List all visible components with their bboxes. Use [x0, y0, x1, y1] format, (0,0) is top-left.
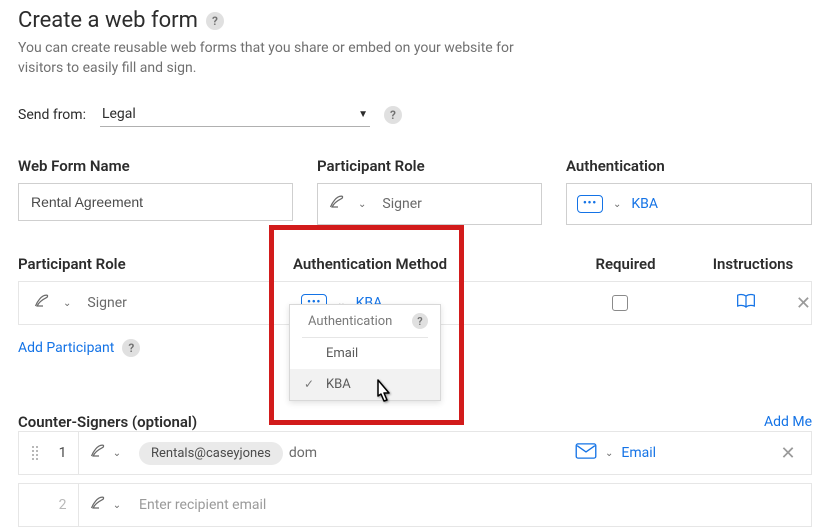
- participant-role-value: Signer: [382, 196, 421, 212]
- add-me-link[interactable]: Add Me: [764, 414, 812, 430]
- participant-role-value: Signer: [87, 295, 126, 311]
- instructions-label: Instructions: [703, 255, 803, 273]
- counter-signer-role-select[interactable]: ⌄: [79, 493, 131, 517]
- page-title: Create a web form: [18, 8, 198, 33]
- help-icon[interactable]: ?: [384, 106, 402, 124]
- authentication-label: Authentication: [566, 157, 812, 175]
- password-badge-icon: •••: [577, 195, 603, 213]
- send-from-label: Send from:: [18, 107, 86, 123]
- chevron-down-icon: ⌄: [113, 448, 121, 459]
- counter-signer-email-field[interactable]: Rentals@caseyjones dom: [131, 442, 575, 465]
- chevron-down-icon: ▼: [358, 109, 368, 120]
- pen-icon: [89, 493, 109, 517]
- counter-signer-auth-value: Email: [621, 445, 656, 461]
- participant-role-select[interactable]: ⌄ Signer: [317, 183, 542, 225]
- counter-signer-auth-select[interactable]: ⌄ Email: [575, 443, 765, 463]
- web-form-name-label: Web Form Name: [18, 157, 293, 175]
- authentication-method-dropdown: Authentication ? Email KBA: [289, 304, 441, 401]
- authentication-select[interactable]: ••• ⌄ KBA: [566, 183, 812, 225]
- remove-icon[interactable]: ✕: [796, 293, 811, 314]
- counter-signers-label: Counter-Signers (optional): [18, 413, 197, 431]
- authentication-value: KBA: [631, 196, 658, 212]
- help-icon[interactable]: ?: [206, 12, 224, 30]
- participant-role-label: Participant Role: [18, 255, 293, 273]
- pen-icon: [33, 291, 53, 315]
- drag-handle-icon[interactable]: [19, 446, 47, 460]
- chevron-down-icon: ⌄: [113, 500, 121, 511]
- dropdown-option-email[interactable]: Email: [290, 338, 440, 369]
- row-number: 1: [47, 432, 79, 474]
- email-tail: dom: [289, 445, 317, 461]
- dropdown-option-kba[interactable]: KBA: [290, 369, 440, 400]
- help-icon[interactable]: ?: [412, 313, 428, 329]
- counter-signer-row: 2 ⌄ Enter recipient email: [18, 483, 812, 527]
- counter-signer-row: 1 ⌄ Rentals@caseyjones dom ⌄ Email ✕: [18, 431, 812, 475]
- chevron-down-icon: ⌄: [358, 199, 366, 210]
- counter-signer-role-select[interactable]: ⌄: [79, 441, 131, 465]
- remove-icon[interactable]: ✕: [780, 443, 795, 464]
- pen-icon: [89, 441, 109, 465]
- dropdown-header: Authentication: [308, 314, 392, 329]
- email-chip[interactable]: Rentals@caseyjones: [139, 442, 283, 465]
- send-from-value: Legal: [102, 106, 136, 122]
- help-icon[interactable]: ?: [122, 339, 140, 357]
- row-number: 2: [47, 484, 79, 526]
- envelope-icon: [575, 443, 597, 463]
- add-participant-link[interactable]: Add Participant: [18, 340, 114, 356]
- counter-signer-email-input[interactable]: Enter recipient email: [131, 497, 811, 513]
- pen-icon: [328, 192, 348, 216]
- chevron-down-icon: ⌄: [63, 298, 71, 309]
- required-label: Required: [548, 255, 703, 273]
- authentication-method-label: Authentication Method: [293, 255, 548, 273]
- web-form-name-input[interactable]: [18, 183, 293, 221]
- required-checkbox[interactable]: [612, 295, 628, 311]
- page-subtitle: You can create reusable web forms that y…: [18, 39, 538, 78]
- instructions-icon[interactable]: [736, 292, 756, 314]
- chevron-down-icon: ⌄: [613, 199, 621, 210]
- send-from-select[interactable]: Legal ▼: [100, 102, 370, 127]
- participant-role-label: Participant Role: [317, 157, 542, 175]
- participant-role-select[interactable]: ⌄ Signer: [19, 291, 291, 315]
- chevron-down-icon: ⌄: [605, 448, 613, 459]
